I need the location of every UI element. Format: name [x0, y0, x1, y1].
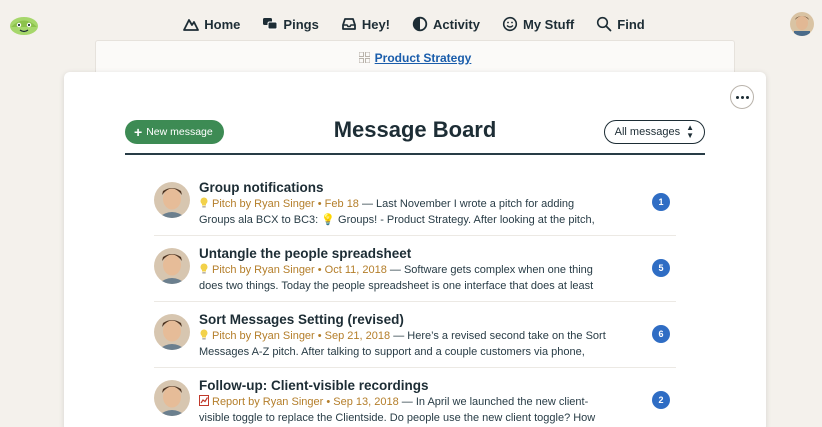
- nav-hey[interactable]: Hey!: [341, 16, 390, 32]
- messages-filter-select[interactable]: All messages ▲ ▼: [603, 120, 705, 144]
- message-excerpt: Pitch by Ryan Singer • Oct 11, 2018 — So…: [199, 262, 644, 294]
- message-title[interactable]: Follow-up: Client-visible recordings: [199, 377, 644, 394]
- message-board-panel: + New message Message Board All messages…: [64, 72, 766, 427]
- magnifier-icon: [597, 16, 612, 32]
- lightbulb-icon: [200, 329, 208, 340]
- lightbulb-icon: [200, 197, 208, 208]
- author-avatar: [154, 380, 190, 416]
- nav-home-label: Home: [204, 16, 241, 32]
- message-item[interactable]: Sort Messages Setting (revised) Pitch by…: [154, 302, 676, 368]
- message-excerpt: Pitch by Ryan Singer • Sep 21, 2018 — He…: [199, 328, 644, 360]
- nav-home[interactable]: Home: [183, 16, 240, 32]
- comment-count-badge: 1: [652, 193, 670, 211]
- nav-find[interactable]: Find: [596, 16, 645, 32]
- message-meta: Pitch by Ryan Singer • Oct 11, 2018: [212, 264, 387, 276]
- message-meta: Pitch by Ryan Singer • Sep 21, 2018: [212, 330, 391, 342]
- chat-bubbles-icon: [263, 18, 278, 30]
- author-avatar: [154, 182, 190, 218]
- message-excerpt-line2: Groups ala BCX to BC3: 💡 Groups! - Produ…: [199, 214, 595, 226]
- message-excerpt-line1: — In April we launched the new client-: [398, 396, 589, 408]
- message-excerpt-line2: visible toggle to replace the Clientside…: [199, 412, 596, 424]
- message-item[interactable]: Untangle the people spreadsheet Pitch by…: [154, 236, 676, 302]
- more-options-button[interactable]: [730, 85, 754, 109]
- message-excerpt-line1: — Here’s a revised second take on the So…: [390, 330, 606, 342]
- nav-my-stuff-label: My Stuff: [522, 16, 575, 32]
- grid-icon: [358, 52, 370, 63]
- comment-count-badge: 6: [652, 325, 670, 343]
- comment-count-badge: 5: [652, 259, 670, 277]
- nav-activity-label: Activity: [433, 16, 480, 32]
- smiley-icon: [502, 16, 518, 32]
- message-title[interactable]: Sort Messages Setting (revised): [199, 311, 644, 328]
- author-avatar: [154, 248, 190, 284]
- half-circle-icon: [412, 16, 428, 32]
- message-title[interactable]: Untangle the people spreadsheet: [199, 245, 644, 262]
- message-item[interactable]: Group notifications Pitch by Ryan Singer…: [154, 170, 676, 236]
- updown-chevron-icon: ▲ ▼: [686, 123, 694, 140]
- nav-my-stuff[interactable]: My Stuff: [502, 16, 574, 32]
- project-link[interactable]: Product Strategy: [375, 51, 472, 65]
- message-excerpt-line1: — Last November I wrote a pitch for addi…: [358, 198, 575, 210]
- nav-hey-label: Hey!: [361, 16, 391, 32]
- user-avatar[interactable]: [790, 12, 814, 36]
- message-title[interactable]: Group notifications: [199, 179, 644, 196]
- nav-pings-label: Pings: [283, 16, 319, 32]
- lightbulb-icon: [200, 263, 208, 274]
- message-excerpt: Pitch by Ryan Singer • Feb 18 — Last Nov…: [199, 196, 644, 228]
- project-breadcrumb: Product Strategy: [95, 40, 735, 74]
- board-header: + New message Message Board All messages…: [125, 112, 705, 155]
- nav-pings[interactable]: Pings: [262, 16, 319, 32]
- message-excerpt-line2: does two things. Today the people spread…: [199, 280, 594, 292]
- message-excerpt-line2: Messages A-Z pitch. After talking to sup…: [199, 346, 585, 358]
- dot-icon: [745, 95, 749, 99]
- dot-icon: [740, 95, 744, 99]
- inbox-tray-icon: [341, 18, 356, 30]
- comment-count-badge: 2: [652, 391, 670, 409]
- dot-icon: [735, 95, 739, 99]
- chart-report-icon: [199, 395, 209, 406]
- message-meta: Pitch by Ryan Singer • Feb 18: [212, 198, 359, 210]
- filter-label: All messages: [614, 126, 681, 138]
- message-excerpt-line1: — Software gets complex when one thing: [386, 264, 593, 276]
- message-excerpt: Report by Ryan Singer • Sep 13, 2018 — I…: [199, 394, 644, 426]
- nav-find-label: Find: [617, 16, 645, 32]
- mountain-icon: [183, 19, 200, 31]
- basecamp-logo-icon[interactable]: [8, 10, 40, 36]
- message-item[interactable]: Follow-up: Client-visible recordings Rep…: [154, 368, 676, 427]
- nav-activity[interactable]: Activity: [412, 16, 480, 32]
- message-meta: Report by Ryan Singer • Sep 13, 2018: [212, 396, 399, 408]
- author-avatar: [154, 314, 190, 350]
- message-list: Group notifications Pitch by Ryan Singer…: [154, 170, 676, 427]
